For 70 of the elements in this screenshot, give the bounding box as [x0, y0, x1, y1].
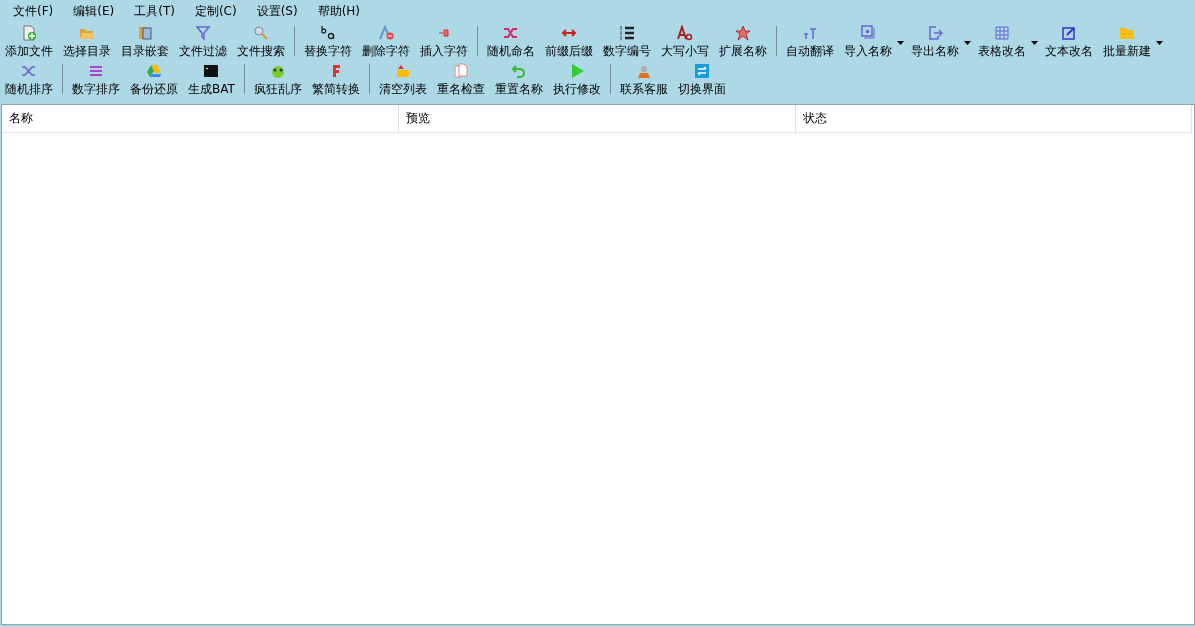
toolbar-button[interactable]: 备份还原 — [126, 62, 182, 98]
swap-icon — [693, 63, 710, 79]
grid-icon — [994, 25, 1010, 41]
toolbar-button[interactable]: 表格改名 — [974, 24, 1030, 60]
toolbar-button[interactable]: 导入名称 — [840, 24, 896, 60]
toolbar-button[interactable]: 生成BAT — [184, 62, 239, 98]
toolbar-button[interactable]: 执行修改 — [548, 62, 605, 98]
toolbar-button[interactable]: 文本改名 — [1041, 24, 1097, 60]
column-header[interactable]: 名称 — [2, 105, 399, 133]
folders-icon — [137, 25, 153, 41]
toolbar-button[interactable]: 数字排序 — [68, 62, 124, 98]
menu-item[interactable]: 工具(T) — [124, 2, 185, 20]
toolbar-button[interactable]: 导出名称 — [907, 24, 963, 60]
toolbar-button[interactable]: 切换界面 — [673, 62, 730, 98]
toolbar-button[interactable]: 重名检查 — [432, 62, 489, 98]
import-icon — [860, 25, 876, 41]
letters-case-icon — [677, 25, 693, 41]
column-header[interactable]: 状态 — [796, 105, 1192, 133]
triangle-icon — [146, 63, 162, 79]
toolbar-button[interactable]: 繁简转换 — [307, 62, 364, 98]
toolbar-button[interactable]: 数字编号 — [599, 24, 655, 60]
letters-swap-icon — [320, 25, 336, 41]
eraser-icon — [394, 63, 411, 79]
star-icon — [735, 25, 751, 41]
toolbar-button[interactable]: 大写小写 — [657, 24, 713, 60]
toolbar-button[interactable]: 文件过滤 — [175, 24, 231, 60]
menu-item[interactable]: 文件(F) — [3, 2, 64, 20]
toolbar-button[interactable]: 随机命名 — [483, 24, 539, 60]
toolbar-button[interactable]: 自动翻译 — [782, 24, 838, 60]
person-icon — [635, 63, 652, 79]
caret-icon[interactable] — [1156, 41, 1163, 45]
undo-arrow-icon — [510, 63, 527, 79]
toolbar-button[interactable]: 文件搜索 — [233, 24, 289, 60]
edit-icon — [1061, 25, 1077, 41]
toolbar-button[interactable]: 随机排序 — [1, 62, 57, 98]
toolbar-button[interactable]: 扩展名称 — [715, 24, 771, 60]
toolbar-button[interactable]: 选择目录 — [59, 24, 115, 60]
menu-item[interactable]: 设置(S) — [246, 2, 308, 20]
export-icon — [927, 25, 943, 41]
folder-icon — [1119, 25, 1135, 41]
menu-item[interactable]: 定制(C) — [184, 2, 247, 20]
toolbar-button[interactable]: 前缀后缀 — [541, 24, 597, 60]
column-header[interactable]: 预览 — [399, 105, 796, 133]
menu-item[interactable]: 编辑(E) — [63, 2, 125, 20]
text-size-icon — [802, 25, 818, 41]
toolbar-button[interactable]: 删除字符 — [358, 24, 414, 60]
toolbar-button[interactable]: 目录嵌套 — [117, 24, 173, 60]
terminal-icon — [203, 63, 220, 79]
caret-icon[interactable] — [897, 41, 904, 45]
toolbar-button[interactable]: 替换字符 — [300, 24, 356, 60]
caret-icon[interactable] — [964, 41, 971, 45]
letter-remove-icon — [378, 25, 394, 41]
caret-icon[interactable] — [1031, 41, 1038, 45]
search-icon — [253, 25, 269, 41]
documents-icon — [452, 63, 469, 79]
file-plus-icon — [21, 25, 37, 41]
toolbar-button[interactable]: 重置名称 — [490, 62, 547, 98]
frog-icon — [269, 63, 286, 79]
toolbar-button[interactable]: 联系客服 — [615, 62, 672, 98]
toolbar-button[interactable]: 疯狂乱序 — [249, 62, 306, 98]
shuffle-icon — [503, 25, 519, 41]
toolbar-button[interactable]: 批量新建 — [1099, 24, 1155, 60]
numbered-list-icon — [619, 25, 635, 41]
shuffle-icon — [21, 63, 37, 79]
menu-item[interactable]: 帮助(H) — [307, 2, 371, 20]
list-icon — [88, 63, 104, 79]
toolbar-button[interactable]: 插入字符 — [416, 24, 472, 60]
toolbar-button[interactable]: 清空列表 — [374, 62, 431, 98]
toolbar-button[interactable]: 添加文件 — [1, 24, 57, 60]
filter-icon — [195, 25, 211, 41]
